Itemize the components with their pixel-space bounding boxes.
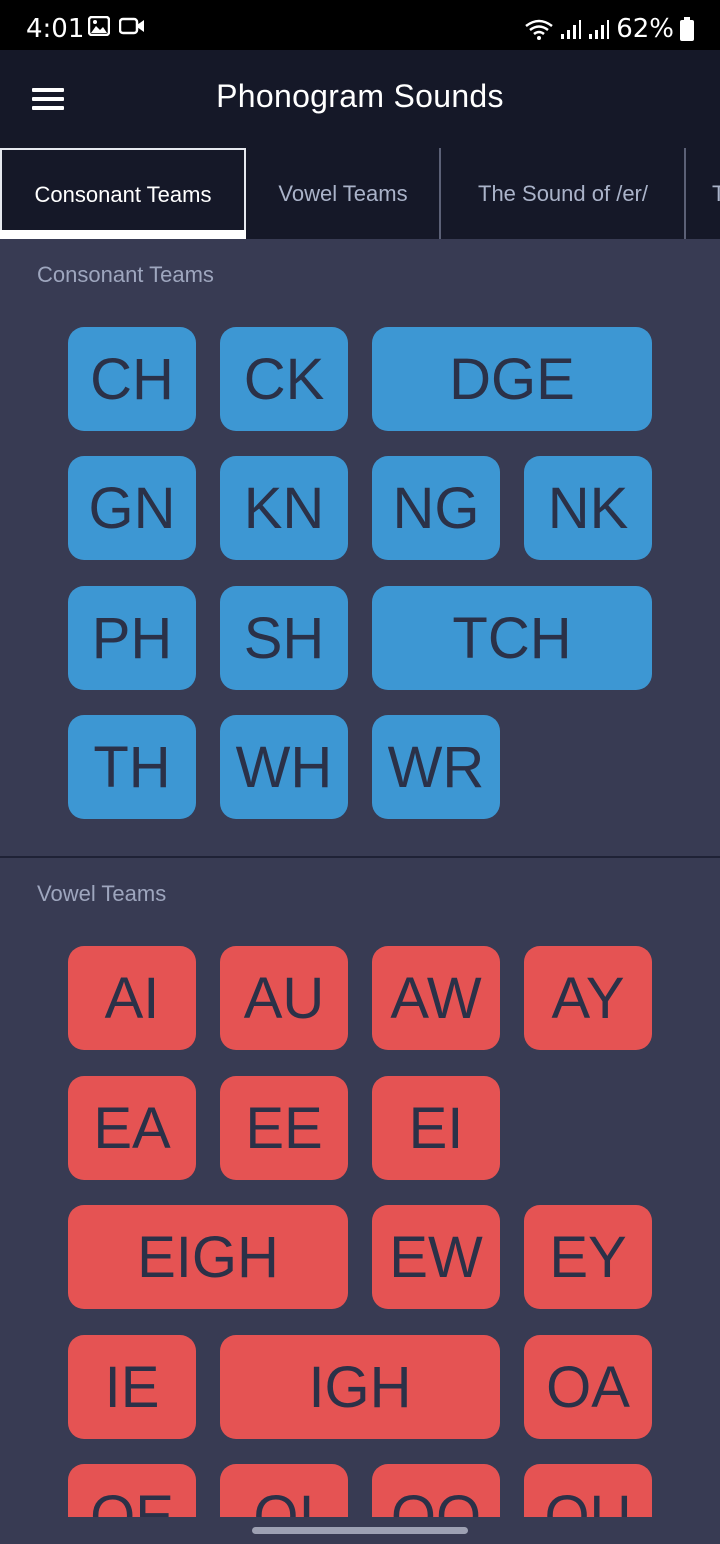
tile-ch[interactable]: CH <box>68 327 196 431</box>
app-bar: Phonogram Sounds <box>0 50 720 148</box>
tile-oi[interactable]: OI <box>220 1464 348 1517</box>
tile-ei[interactable]: EI <box>372 1076 500 1180</box>
tab-consonant-teams[interactable]: Consonant Teams <box>0 148 246 239</box>
tile-th[interactable]: TH <box>68 715 196 819</box>
page-title: Phonogram Sounds <box>216 78 504 114</box>
battery-icon <box>680 17 694 41</box>
gesture-nav-bar <box>0 1517 720 1544</box>
status-time: 4:01 <box>26 14 85 44</box>
tab-sound-of-er[interactable]: The Sound of /er/ <box>441 148 685 239</box>
signal-icon <box>561 20 582 39</box>
tile-ng[interactable]: NG <box>372 456 500 560</box>
tile-ai[interactable]: AI <box>68 946 196 1050</box>
tile-eigh[interactable]: EIGH <box>68 1205 348 1309</box>
tile-au[interactable]: AU <box>220 946 348 1050</box>
image-icon <box>88 16 110 36</box>
screen-content: 4:01 62% Phonogram Sounds Consonant Team… <box>0 0 720 1517</box>
wifi-icon <box>525 19 553 40</box>
tile-kn[interactable]: KN <box>220 456 348 560</box>
tab-vowel-teams[interactable]: Vowel Teams <box>246 148 440 239</box>
tab-bar: Consonant Teams Vowel Teams The Sound of… <box>0 148 720 239</box>
video-icon <box>119 17 144 35</box>
tile-oo[interactable]: OO <box>372 1464 500 1517</box>
tile-ey[interactable]: EY <box>524 1205 652 1309</box>
signal-icon-2 <box>589 20 610 39</box>
status-right: 62% <box>524 14 694 44</box>
section-title-vowel: Vowel Teams <box>37 881 167 906</box>
tile-ew[interactable]: EW <box>372 1205 500 1309</box>
tile-tch[interactable]: TCH <box>372 586 652 690</box>
tile-ay[interactable]: AY <box>524 946 652 1050</box>
tile-ea[interactable]: EA <box>68 1076 196 1180</box>
tile-oe[interactable]: OE <box>68 1464 196 1517</box>
tile-nk[interactable]: NK <box>524 456 652 560</box>
tile-igh[interactable]: IGH <box>220 1335 500 1439</box>
tile-ee[interactable]: EE <box>220 1076 348 1180</box>
section-title-consonant: Consonant Teams <box>37 262 214 287</box>
tile-oa[interactable]: OA <box>524 1335 652 1439</box>
tile-gn[interactable]: GN <box>68 456 196 560</box>
tile-ie[interactable]: IE <box>68 1335 196 1439</box>
section-divider <box>0 856 720 858</box>
status-bar: 4:01 62% <box>0 0 720 50</box>
tile-ck[interactable]: CK <box>220 327 348 431</box>
tile-wr[interactable]: WR <box>372 715 500 819</box>
tile-dge[interactable]: DGE <box>372 327 652 431</box>
home-handle[interactable] <box>252 1527 468 1534</box>
tile-ph[interactable]: PH <box>68 586 196 690</box>
tile-sh[interactable]: SH <box>220 586 348 690</box>
battery-percent: 62% <box>616 14 674 44</box>
tile-wh[interactable]: WH <box>220 715 348 819</box>
tile-aw[interactable]: AW <box>372 946 500 1050</box>
tile-ou[interactable]: OU <box>524 1464 652 1517</box>
tab-indicator <box>0 230 246 239</box>
tab-next[interactable]: T <box>686 148 720 239</box>
